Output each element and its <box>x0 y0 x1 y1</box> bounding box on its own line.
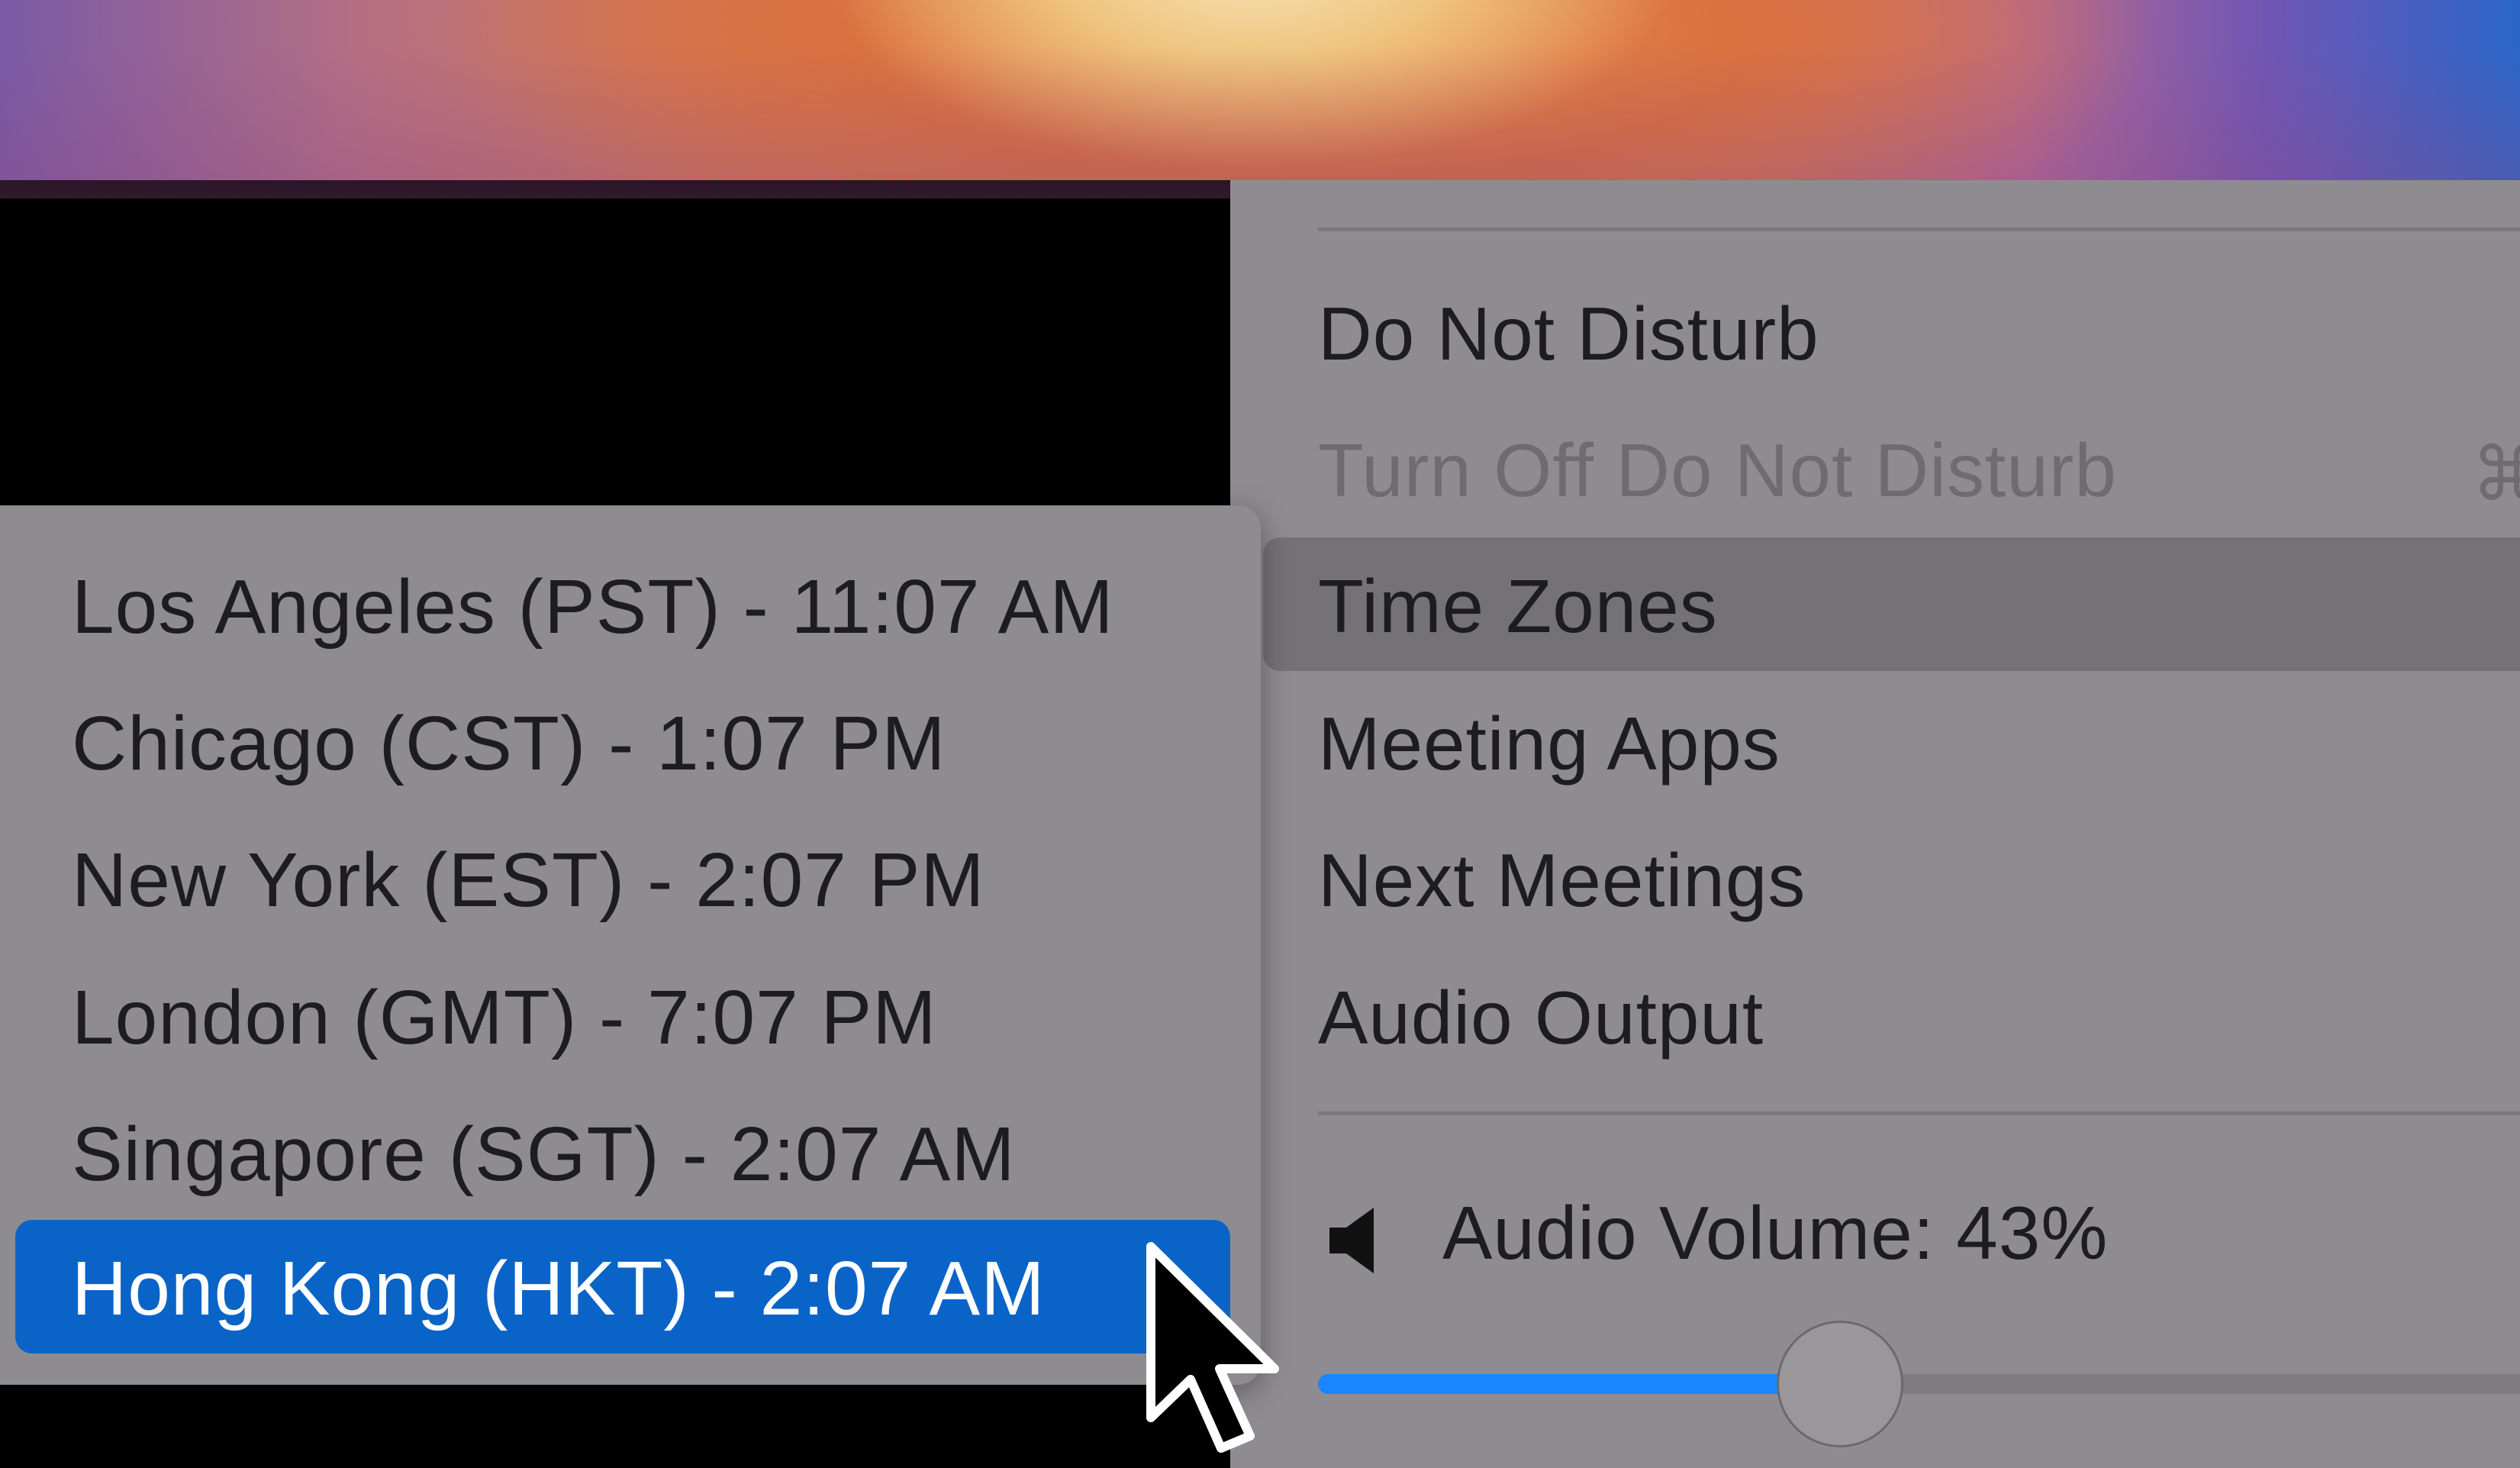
time-zone-label: London (GMT) - 7:07 PM <box>72 974 937 1060</box>
menu-item-label: Do Not Disturb <box>1318 291 1819 376</box>
menu-item-meeting-apps[interactable]: Meeting Apps <box>1318 679 1780 808</box>
audio-volume-slider[interactable] <box>1318 1374 2520 1394</box>
time-zone-item-hong-kong[interactable]: Hong Kong (HKT) - 2:07 AM <box>72 1224 1046 1353</box>
menu-item-label: Meeting Apps <box>1318 701 1780 786</box>
menu-item-time-zones[interactable]: Time Zones <box>1318 541 1718 671</box>
desktop-wallpaper <box>0 0 2520 198</box>
time-zone-item-chicago[interactable]: Chicago (CST) - 1:07 PM <box>72 679 946 808</box>
menu-item-audio-output[interactable]: Audio Output <box>1318 953 1764 1082</box>
menu-item-do-not-disturb[interactable]: Do Not Disturb <box>1318 269 1819 398</box>
time-zone-label: New York (EST) - 2:07 PM <box>72 837 985 923</box>
menu-item-label: Audio Output <box>1318 975 1764 1060</box>
time-zone-item-new-york[interactable]: New York (EST) - 2:07 PM <box>72 815 985 945</box>
time-zone-label: Chicago (CST) - 1:07 PM <box>72 700 946 786</box>
menu-item-label: Time Zones <box>1318 563 1718 648</box>
time-zone-item-los-angeles[interactable]: Los Angeles (PST) - 11:07 AM <box>72 542 1114 672</box>
menu-divider-bottom <box>1318 1111 2520 1115</box>
audio-volume-slider-knob[interactable] <box>1776 1321 1903 1447</box>
menu-item-label: Turn Off Do Not Disturb <box>1318 427 2117 512</box>
audio-volume-slider-fill <box>1318 1374 1840 1394</box>
screen: Do Not Disturb Turn Off Do Not Disturb ⌘… <box>0 0 2520 1468</box>
speaker-icon <box>1329 1208 1374 1273</box>
command-shortcut-icon: ⌘ <box>2471 432 2520 516</box>
menu-item-turn-off-do-not-disturb: Turn Off Do Not Disturb <box>1318 405 2117 535</box>
time-zone-item-singapore[interactable]: Singapore (SGT) - 2:07 AM <box>72 1089 1016 1219</box>
menu-divider-top <box>1318 227 2520 231</box>
audio-volume-label: Audio Volume: 43% <box>1442 1190 2109 1275</box>
time-zone-label: Singapore (SGT) - 2:07 AM <box>72 1111 1016 1197</box>
wallpaper-shading <box>0 46 2520 198</box>
menu-item-next-meetings[interactable]: Next Meetings <box>1318 815 1806 945</box>
menu-item-label: Next Meetings <box>1318 837 1806 922</box>
time-zone-label: Los Angeles (PST) - 11:07 AM <box>72 563 1114 650</box>
time-zone-item-london[interactable]: London (GMT) - 7:07 PM <box>72 953 937 1082</box>
mouse-pointer-icon <box>1146 1242 1279 1453</box>
time-zone-label: Hong Kong (HKT) - 2:07 AM <box>72 1245 1046 1331</box>
